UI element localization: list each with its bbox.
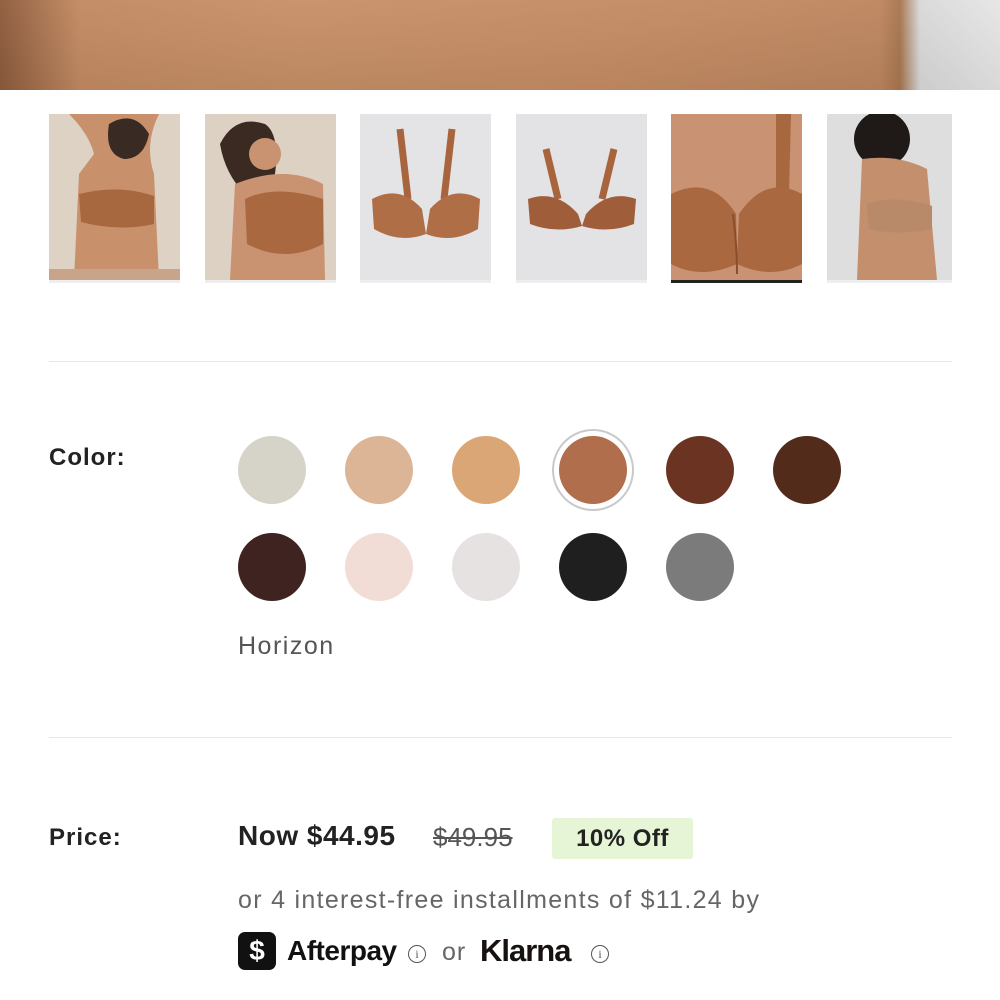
color-swatch-11[interactable] <box>666 533 734 601</box>
thumbnail-4[interactable] <box>516 114 647 283</box>
price-label: Price: <box>49 824 122 851</box>
thumbnail-strip <box>49 114 952 284</box>
color-swatch-1[interactable] <box>238 436 306 504</box>
selected-color-name: Horizon <box>238 632 335 660</box>
afterpay-info-icon[interactable]: i <box>408 945 426 963</box>
klarna-info-icon[interactable]: i <box>591 945 609 963</box>
thumbnail-3[interactable] <box>360 114 491 283</box>
hero-image-shade <box>0 0 1000 90</box>
color-swatch-5[interactable] <box>666 436 734 504</box>
divider-middle <box>49 737 952 738</box>
thumbnail-5-image <box>671 114 802 280</box>
thumbnail-2[interactable] <box>205 114 336 283</box>
thumbnail-3-image <box>360 114 491 280</box>
divider-top <box>49 361 952 362</box>
thumbnail-5[interactable] <box>671 114 802 283</box>
thumbnail-1-image <box>49 114 180 280</box>
color-label: Color: <box>49 444 126 471</box>
thumbnail-6-image <box>827 114 952 280</box>
afterpay-logo-icon: $ <box>238 932 276 970</box>
color-swatch-12[interactable] <box>773 533 841 601</box>
product-hero-image <box>0 0 1000 90</box>
thumbnail-2-image <box>205 114 336 280</box>
thumbnail-1[interactable] <box>49 114 180 283</box>
payment-or-text: or <box>442 938 467 966</box>
discount-badge: 10% Off <box>552 818 693 859</box>
color-swatch-4[interactable] <box>559 436 627 504</box>
color-swatch-10[interactable] <box>559 533 627 601</box>
color-swatch-7[interactable] <box>238 533 306 601</box>
installments-text: or 4 interest-free installments of $11.2… <box>238 886 761 914</box>
thumbnail-6[interactable] <box>827 114 952 283</box>
color-swatch-9[interactable] <box>452 533 520 601</box>
color-swatch-2[interactable] <box>345 436 413 504</box>
payment-options-row: $ Afterpay i or Klarna i <box>238 932 658 972</box>
afterpay-link[interactable]: Afterpay <box>287 935 397 967</box>
color-swatch-6[interactable] <box>773 436 841 504</box>
original-price: $49.95 <box>433 822 513 852</box>
current-price: Now $44.95 <box>238 820 396 851</box>
color-swatch-8[interactable] <box>345 533 413 601</box>
color-swatch-3[interactable] <box>452 436 520 504</box>
thumbnail-4-image <box>516 114 647 280</box>
klarna-link[interactable]: Klarna <box>480 933 571 969</box>
